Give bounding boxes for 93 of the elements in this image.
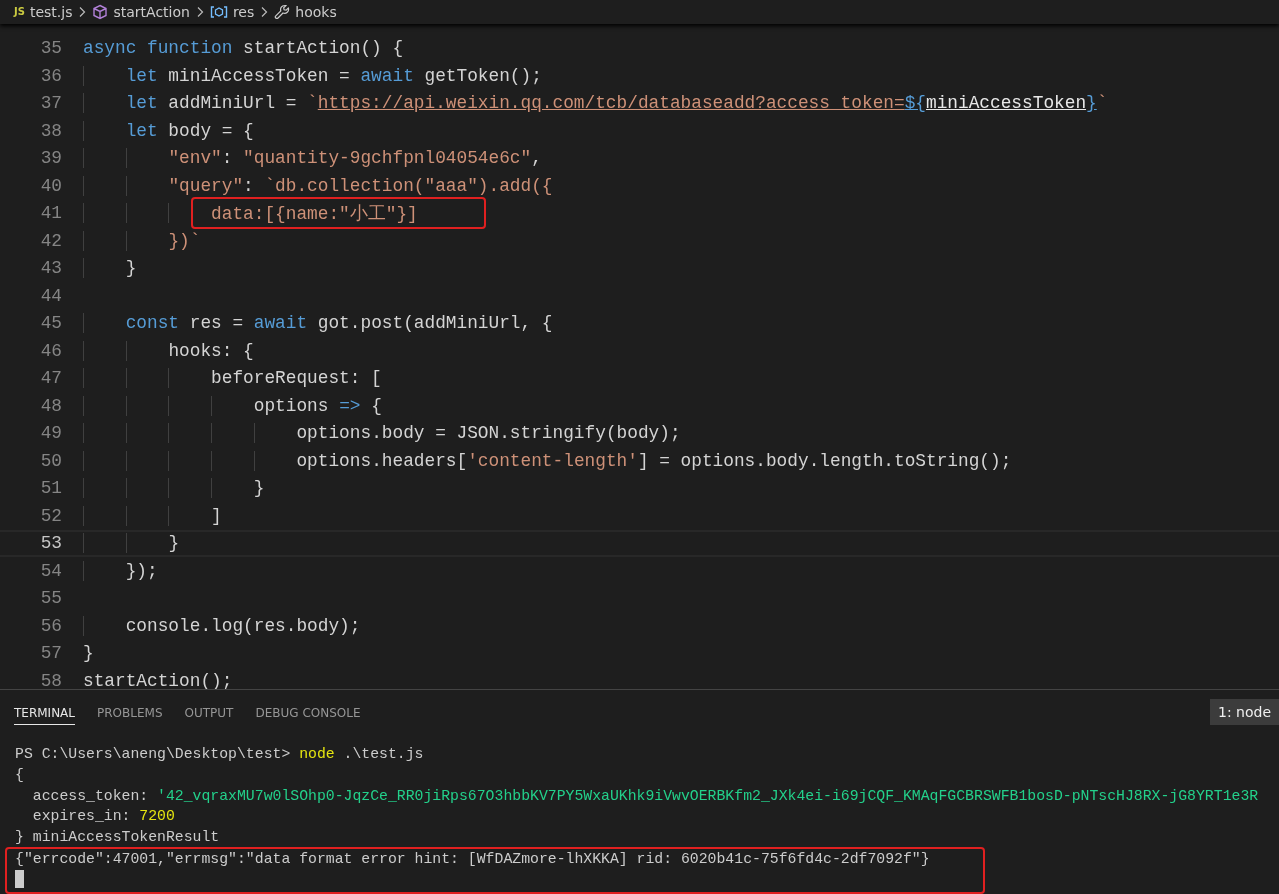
line-number: 48 (39, 395, 62, 416)
code-text: data:[{name:"小工"}] (211, 203, 418, 226)
code-text: console.log(res.body); (125, 615, 361, 636)
code-text: beforeRequest: [ (211, 368, 382, 389)
variable-icon (209, 4, 228, 19)
code-text: } (125, 258, 137, 279)
code-text: body = { (167, 120, 254, 141)
line-number: 55 (39, 588, 62, 609)
code-text: res = (188, 313, 245, 334)
code-text: }); (125, 560, 158, 581)
line-number: 49 (39, 423, 62, 444)
chevron-icon (195, 5, 204, 18)
panel-tab[interactable]: PROBLEMS (97, 699, 163, 725)
code-text: ` (1096, 93, 1108, 114)
chevron-icon (260, 5, 269, 18)
code-text: const (125, 313, 180, 334)
breadcrumb-item[interactable]: startAction (92, 3, 190, 20)
code-text: startAction(); (83, 670, 233, 690)
line-number: 42 (39, 230, 62, 251)
code-text: addMiniUrl = (167, 93, 298, 114)
line-number: 40 (39, 175, 62, 196)
code-text: function (146, 38, 233, 59)
code-text: => (339, 395, 361, 416)
code-text: })` (168, 230, 201, 251)
line-number: 35 (39, 38, 62, 59)
code-text: let (125, 65, 158, 86)
code-text: ` (307, 93, 318, 114)
code-text: `db.collection("aaa").add({ (264, 175, 553, 196)
line-number: 37 (39, 93, 62, 114)
wrench-icon (274, 3, 291, 20)
code-text: miniAccessToken = (167, 65, 351, 86)
line-number: 44 (39, 285, 62, 306)
line-number: 57 (39, 643, 62, 664)
code-text: } (253, 478, 265, 499)
code-text: hooks: { (168, 340, 254, 361)
breadcrumb-item[interactable]: res (209, 3, 255, 20)
terminal-line: access_token: '42_vqraxMU7w0lSOhp0-JqzCe_RR0jiRps67O3hbbKV7PY5WxaUKhk9iVwvOERBKfm2_JXk4ei-i69jCQF_KMAqFGCBRSWFB1bosD-pNTscHJ8RX-jG8YRT1e3R (31, 786, 1260, 806)
code-text: 'content-length' (467, 450, 638, 471)
terminal-line: } miniAccessTokenResult (15, 827, 221, 847)
code-text: "query" (168, 175, 244, 196)
cube-icon (92, 3, 109, 20)
code-text: await (360, 65, 414, 86)
breadcrumb-item[interactable]: hooks (274, 3, 337, 20)
line-number: 56 (39, 615, 62, 636)
code-text: { (370, 395, 382, 416)
chevron-icon (78, 5, 87, 18)
code-text: let (125, 93, 158, 114)
code-text: "quantity-9gchfpnl04054e6c" (243, 148, 532, 169)
code-text: : (243, 175, 255, 196)
code-text: async (83, 38, 137, 59)
code-text: options.headers[ (296, 450, 468, 471)
line-number: 39 (39, 148, 62, 169)
line-number: 38 (39, 120, 62, 141)
terminal-line: PS C:\Users\aneng\Desktop\test> node .\test.js (15, 745, 425, 765)
breadcrumb-item[interactable]: JS test.js (14, 3, 73, 20)
code-text: : (221, 148, 234, 169)
code-text: ${ (904, 93, 926, 114)
code-text: "env" (168, 148, 222, 169)
code-text: got.post(addMiniUrl, { (316, 313, 553, 334)
terminal-line: {"errcode":47001,"errmsg":"data format error hint: [WfDAZmore-lhXKKA] rid: 6020b41c-75f6fd4c-2df7092f"} (15, 850, 931, 870)
panel-tab[interactable]: TERMINAL (14, 699, 75, 725)
code-text: ] = options.body.length.toString(); (637, 450, 1012, 471)
line-number: 53 (39, 533, 62, 554)
code-text: , (531, 148, 542, 169)
terminal-selector[interactable]: 1: node (1210, 699, 1279, 726)
code-text: options.body = JSON.stringify(body); (296, 423, 681, 444)
line-number: 45 (39, 313, 62, 334)
line-number: 36 (39, 65, 62, 86)
panel-tab[interactable]: DEBUG CONSOLE (255, 699, 361, 725)
code-text: let (125, 120, 158, 141)
code-text: https://api.weixin.qq.com/tcb/databaseadd?access_token= (317, 93, 905, 114)
line-number: 47 (39, 368, 62, 389)
line-number: 58 (39, 670, 62, 690)
code-text: } (1086, 93, 1097, 114)
code-text: ] (211, 505, 222, 526)
code-text: miniAccessToken (926, 93, 1087, 114)
terminal-line: expires_in: 7200 (31, 807, 176, 827)
line-number: 43 (39, 258, 62, 279)
code-text: startAction() { (242, 38, 404, 59)
code-text: await (253, 313, 308, 334)
code-text: getToken(); (423, 65, 542, 86)
code-text: } (168, 533, 180, 554)
terminal-line: { (15, 766, 25, 786)
line-number: 51 (39, 478, 62, 499)
line-number: 52 (39, 505, 62, 526)
line-number: 41 (39, 203, 62, 224)
line-number: 46 (39, 340, 62, 361)
code-text: } (83, 643, 94, 664)
js-file-icon: JS (14, 6, 25, 18)
panel-tab[interactable]: OUTPUT (184, 699, 234, 725)
line-number: 50 (39, 450, 62, 471)
line-number: 54 (39, 560, 62, 581)
code-text: options (253, 395, 330, 416)
